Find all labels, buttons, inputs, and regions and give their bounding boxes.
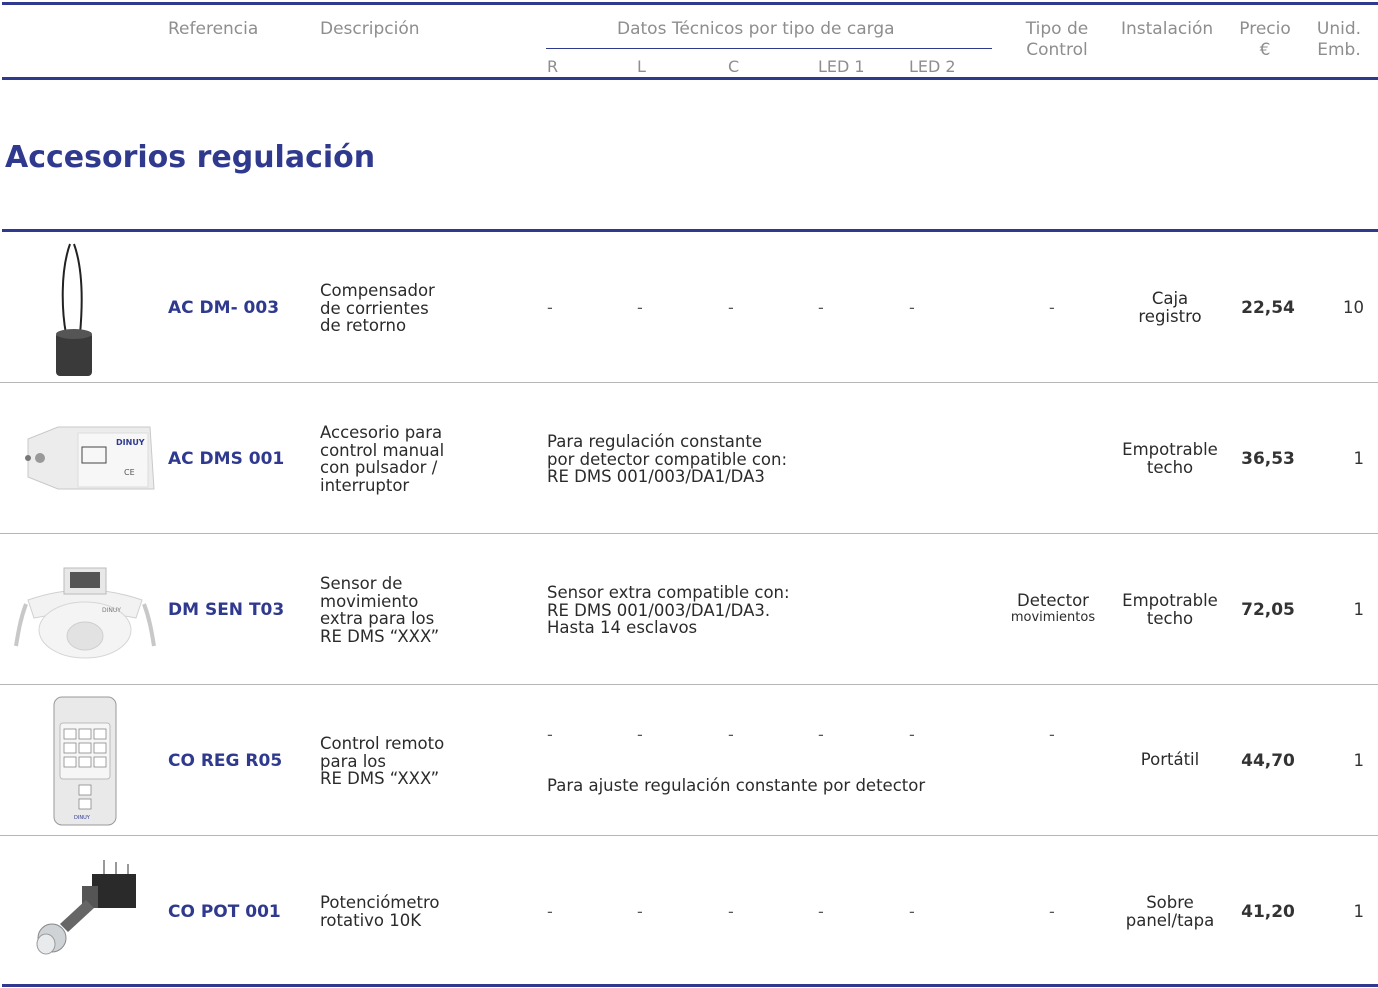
row-description: Compensador de corrientes de retorno xyxy=(320,281,435,335)
row-instalacion: Sobre panel/tapa xyxy=(1125,893,1215,930)
control-module-icon: DINUY CE xyxy=(25,426,155,490)
row-price: 36,53 xyxy=(1241,449,1295,469)
header-unid: Unid. Emb. xyxy=(1316,19,1362,60)
row-instalacion: Empotrable techo xyxy=(1122,440,1218,477)
row-note: Sensor extra compatible con: RE DMS 001/… xyxy=(547,583,790,637)
row-unid: 1 xyxy=(1353,449,1365,468)
header-sub-led1: LED 1 xyxy=(818,57,865,76)
table-row: AC DM- 003 Compensador de corrientes de … xyxy=(0,232,1378,382)
value-led2: - xyxy=(909,902,915,921)
value-led1: - xyxy=(818,902,824,921)
value-r: - xyxy=(547,902,553,921)
value-control: - xyxy=(1049,298,1055,317)
table-bottom-rule xyxy=(2,984,1378,987)
row-note: Para ajuste regulación constante por det… xyxy=(547,776,926,795)
table-row: DINUY CE AC DMS 001 Accesorio para contr… xyxy=(0,383,1378,533)
row-unid: 10 xyxy=(1343,298,1364,317)
value-led2: - xyxy=(909,725,915,744)
row-reference: AC DMS 001 xyxy=(168,449,285,469)
potentiometer-icon xyxy=(36,860,136,955)
row-instalacion: Portátil xyxy=(1140,750,1200,769)
header-sub-l: L xyxy=(637,57,646,76)
header-descripcion: Descripción xyxy=(320,19,420,39)
value-r: - xyxy=(547,725,553,744)
value-control: - xyxy=(1049,725,1055,744)
header-tipo-control: Tipo de Control xyxy=(1025,19,1089,60)
row-price: 44,70 xyxy=(1241,751,1295,771)
row-description: Potenciómetro rotativo 10K xyxy=(320,893,440,930)
header-sub-led2: LED 2 xyxy=(909,57,956,76)
row-unid: 1 xyxy=(1353,902,1365,921)
value-c: - xyxy=(728,902,734,921)
value-c: - xyxy=(728,725,734,744)
ferrite-core-icon xyxy=(56,243,92,376)
remote-control-icon: DINUY xyxy=(53,696,117,826)
header-referencia: Referencia xyxy=(168,19,259,39)
table-row: DINUY CO REG R05 Control remoto para los… xyxy=(0,685,1378,835)
value-l: - xyxy=(637,725,643,744)
value-led1: - xyxy=(818,725,824,744)
row-price: 22,54 xyxy=(1241,298,1295,318)
section-title: Accesorios regulación xyxy=(5,140,376,175)
row-reference: AC DM- 003 xyxy=(168,298,280,318)
value-c: - xyxy=(728,298,734,317)
row-reference: DM SEN T03 xyxy=(168,600,285,620)
row-description: Control remoto para los RE DMS “XXX” xyxy=(320,734,445,788)
svg-text:DINUY: DINUY xyxy=(102,607,121,614)
row-description: Accesorio para control manual con pulsad… xyxy=(320,423,445,495)
value-led1: - xyxy=(818,298,824,317)
row-unid: 1 xyxy=(1353,600,1365,619)
row-control: Detector movimientos xyxy=(1010,591,1096,625)
header-datos-underline xyxy=(546,48,992,49)
header-sub-c: C xyxy=(728,57,740,76)
row-instalacion: Empotrable techo xyxy=(1122,591,1218,628)
ceiling-sensor-icon: DINUY xyxy=(14,567,156,659)
row-price: 72,05 xyxy=(1241,600,1295,620)
value-r: - xyxy=(547,298,553,317)
value-l: - xyxy=(637,902,643,921)
row-unid: 1 xyxy=(1353,751,1365,770)
row-price: 41,20 xyxy=(1241,902,1295,922)
header-datos-tecnicos: Datos Técnicos por tipo de carga xyxy=(617,19,895,39)
table-row: DINUY DM SEN T03 Sensor de movimiento ex… xyxy=(0,534,1378,684)
value-led2: - xyxy=(909,298,915,317)
value-l: - xyxy=(637,298,643,317)
svg-text:DINUY: DINUY xyxy=(74,815,91,821)
header-bottom-rule xyxy=(2,77,1378,80)
row-reference: CO POT 001 xyxy=(168,902,281,922)
table-row: CO POT 001 Potenciómetro rotativo 10K - … xyxy=(0,836,1378,986)
header-precio: Precio € xyxy=(1239,19,1291,60)
svg-text:CE: CE xyxy=(124,468,135,477)
row-reference: CO REG R05 xyxy=(168,751,283,771)
row-description: Sensor de movimiento extra para los RE D… xyxy=(320,574,440,646)
header-instalacion: Instalación xyxy=(1121,19,1214,39)
header-sub-r: R xyxy=(547,57,559,76)
header-top-rule xyxy=(2,2,1378,5)
row-instalacion: Caja registro xyxy=(1138,289,1202,326)
row-note: Para regulación constante por detector c… xyxy=(547,432,788,486)
value-control: - xyxy=(1049,902,1055,921)
svg-text:DINUY: DINUY xyxy=(116,438,145,447)
